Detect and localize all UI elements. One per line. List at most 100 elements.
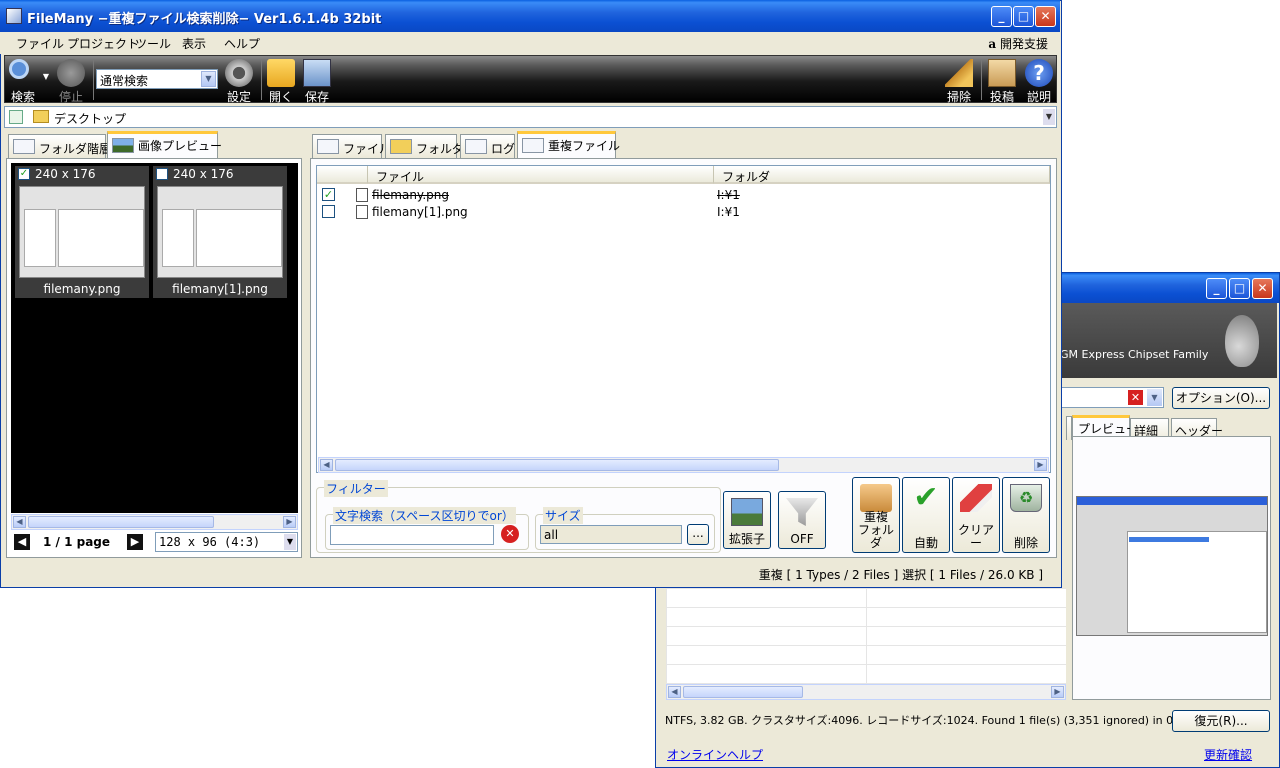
- minimize-button[interactable]: _: [1206, 278, 1227, 299]
- status-text: 重複 [ 1 Types / 2 Files ] 選択 [ 1 Files / …: [758, 568, 1043, 582]
- table-row[interactable]: ✓ filemany.png I:¥1: [317, 186, 1048, 203]
- menu-file[interactable]: ファイル: [16, 35, 64, 52]
- row-checkbox[interactable]: ✓: [322, 188, 335, 201]
- scroll-right-icon[interactable]: ▶: [1051, 686, 1064, 698]
- scroll-thumb[interactable]: [683, 686, 803, 698]
- clear-selection-button[interactable]: クリアー: [952, 477, 1000, 553]
- file-icon: [356, 205, 368, 219]
- list-scrollbar[interactable]: ◀ ▶: [318, 457, 1049, 473]
- chevron-down-icon[interactable]: ▼: [284, 534, 296, 550]
- close-button[interactable]: ✕: [1252, 278, 1273, 299]
- search-button[interactable]: 検索: [5, 56, 41, 104]
- open-button[interactable]: 開く: [263, 56, 299, 104]
- help-button[interactable]: ? 説明: [1021, 56, 1057, 104]
- page-indicator: 1 / 1 page: [43, 535, 111, 549]
- preview-image: [1076, 496, 1268, 636]
- scroll-left-icon[interactable]: ◀: [320, 459, 333, 471]
- pause-icon: [57, 59, 85, 87]
- stop-button[interactable]: 停止: [53, 56, 89, 104]
- scroll-thumb[interactable]: [335, 459, 779, 471]
- thumbnail-scrollbar[interactable]: ◀ ▶: [11, 514, 298, 530]
- next-page-button[interactable]: ▶: [127, 534, 143, 550]
- document-icon: [522, 138, 544, 153]
- titlebar[interactable]: FileMany −重複ファイル検索削除− Ver1.6.1.4b 32bit …: [0, 0, 1060, 32]
- maximize-button[interactable]: □: [1229, 278, 1250, 299]
- path-bar[interactable]: デスクトップ ▼: [4, 106, 1057, 128]
- menu-view[interactable]: 表示: [182, 35, 206, 52]
- duplicate-folder-button[interactable]: 重複 フォルダ: [852, 477, 900, 553]
- text-search-input[interactable]: [330, 525, 494, 545]
- save-button[interactable]: 保存: [299, 56, 335, 104]
- filter-off-button[interactable]: OFF: [778, 491, 826, 549]
- folder-tree-icon: [13, 139, 35, 154]
- banner: GM Express Chipset Family: [1060, 303, 1277, 378]
- thumbnail-card[interactable]: 240 x 176 filemany[1].png: [153, 166, 287, 298]
- menu-project[interactable]: プロジェクト: [67, 35, 139, 52]
- broom-icon: [945, 59, 973, 87]
- settings-button[interactable]: 設定: [221, 56, 257, 104]
- auto-select-button[interactable]: ✔ 自動: [902, 477, 950, 553]
- update-check-link[interactable]: 更新確認: [1204, 746, 1252, 763]
- path-text: デスクトップ: [54, 112, 127, 126]
- file-grid[interactable]: [666, 588, 1066, 684]
- table-row[interactable]: filemany[1].png I:¥1: [317, 203, 1048, 220]
- restore-button[interactable]: 復元(R)...: [1172, 710, 1270, 732]
- column-header-folder[interactable]: フォルダ: [714, 166, 1050, 184]
- thumbnail-size-select[interactable]: 128 x 96 (4:3) ▼: [155, 532, 298, 552]
- scroll-left-icon[interactable]: ◀: [668, 686, 681, 698]
- thumbnail-checkbox[interactable]: ✓: [18, 168, 30, 180]
- menu-tools[interactable]: ツール: [135, 35, 171, 52]
- tab-files[interactable]: ファイル: [312, 134, 391, 158]
- prev-page-button[interactable]: ◀: [14, 534, 30, 550]
- clear-icon[interactable]: ✕: [1128, 390, 1143, 405]
- funnel-icon: [786, 498, 818, 526]
- chevron-down-icon[interactable]: ▼: [1043, 109, 1055, 125]
- extension-button[interactable]: 拡張子: [723, 491, 771, 549]
- floppy-disk-icon: [303, 59, 331, 87]
- size-browse-button[interactable]: ...: [687, 524, 709, 545]
- menu-bar: ファイル プロジェクト ツール 表示 ヘルプ a 開発支援: [0, 32, 1060, 54]
- gear-icon: [225, 59, 253, 87]
- size-field[interactable]: all: [540, 525, 682, 544]
- menu-help[interactable]: ヘルプ: [224, 35, 260, 52]
- scroll-right-icon[interactable]: ▶: [1034, 459, 1047, 471]
- close-button[interactable]: ✕: [1035, 6, 1056, 27]
- clean-button[interactable]: 掃除: [941, 56, 977, 104]
- clear-search-icon[interactable]: ✕: [501, 525, 519, 543]
- duplicate-file-list[interactable]: ファイル フォルダ ✓ filemany.png I:¥1 filemany[1…: [316, 165, 1051, 473]
- chevron-down-icon[interactable]: ▼: [201, 71, 216, 87]
- tab-duplicate-files[interactable]: 重複ファイル: [517, 131, 620, 158]
- toolbar-separator: [261, 60, 262, 100]
- window-title: FileMany −重複ファイル検索削除− Ver1.6.1.4b 32bit: [27, 12, 382, 27]
- toolbar-separator: [93, 60, 94, 100]
- scroll-thumb[interactable]: [28, 516, 214, 528]
- dev-support-link[interactable]: a 開発支援: [988, 35, 1048, 52]
- delete-button[interactable]: ♻ 削除: [1002, 477, 1050, 553]
- column-header-check[interactable]: [317, 166, 368, 184]
- thumbnail-card[interactable]: ✓ 240 x 176 filemany.png: [15, 166, 149, 298]
- row-checkbox[interactable]: [322, 205, 335, 218]
- search-combobox[interactable]: ✕ ▼: [1060, 387, 1164, 408]
- options-button[interactable]: オプション(O)...: [1172, 387, 1270, 409]
- thumbnail-image: [157, 186, 283, 278]
- online-help-link[interactable]: オンラインヘルプ: [667, 746, 763, 763]
- column-header-file[interactable]: ファイル: [368, 166, 714, 184]
- scroll-left-icon[interactable]: ◀: [13, 516, 26, 528]
- app-icon[interactable]: [6, 8, 22, 24]
- chevron-down-icon[interactable]: ▼: [1147, 389, 1162, 406]
- search-dropdown-button[interactable]: ▼: [41, 56, 51, 102]
- tab-folders[interactable]: フォルダ: [385, 134, 464, 158]
- tab-log[interactable]: ログ: [460, 134, 515, 158]
- log-icon: [465, 139, 487, 154]
- tab-image-preview[interactable]: 画像プレビュー: [107, 131, 222, 158]
- scroll-right-icon[interactable]: ▶: [283, 516, 296, 528]
- tab-folder-tree[interactable]: フォルダ階層: [8, 134, 111, 158]
- thumbnail-checkbox[interactable]: [156, 168, 168, 180]
- search-mode-select[interactable]: 通常検索 ▼: [96, 69, 218, 89]
- horizontal-scrollbar[interactable]: ◀ ▶: [666, 684, 1066, 700]
- size-label: サイズ: [543, 507, 583, 524]
- minimize-button[interactable]: _: [991, 6, 1012, 27]
- navigate-icon[interactable]: [9, 110, 23, 124]
- maximize-button[interactable]: □: [1013, 6, 1034, 27]
- post-button[interactable]: 投稿: [984, 56, 1020, 104]
